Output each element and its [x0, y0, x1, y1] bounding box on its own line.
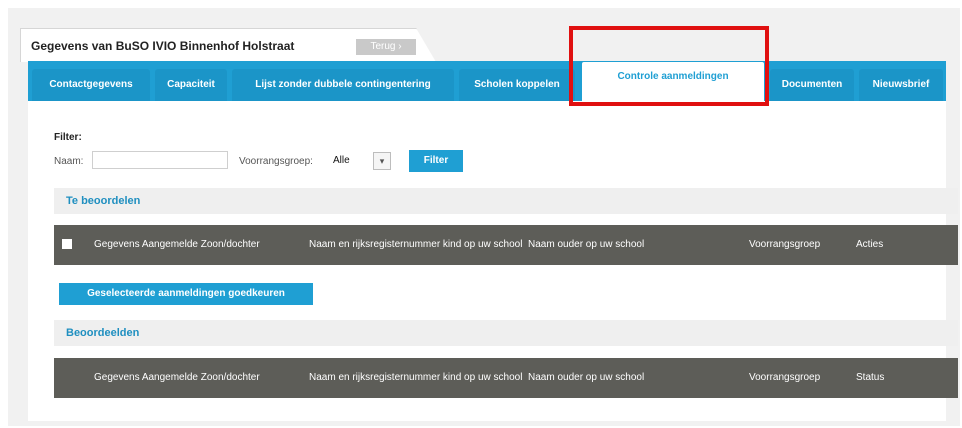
column-voorrangsgroep: Voorrangsgroep [749, 239, 821, 250]
beoordeelden-section: Beoordeelden [54, 320, 958, 346]
highlight-box [569, 26, 769, 106]
title-tab: Gegevens van BuSO IVIO Binnenhof Holstra… [20, 28, 436, 62]
filter-title: Filter: [54, 132, 82, 143]
tab-nieuwsbrief[interactable]: Nieuwsbrief [859, 69, 943, 101]
voorrangsgroep-label: Voorrangsgroep: [239, 156, 313, 167]
tab-documenten[interactable]: Documenten [770, 69, 854, 101]
main-content: Filter: Naam: Voorrangsgroep: Alle ▾ Fil… [28, 101, 958, 421]
chevron-down-icon[interactable]: ▾ [373, 152, 391, 170]
beoordeelden-table-header: Gegevens Aangemelde Zoon/dochter Naam en… [54, 358, 958, 398]
select-all-checkbox[interactable] [62, 239, 72, 249]
tab-contactgegevens[interactable]: Contactgegevens [32, 69, 150, 101]
naam-input[interactable] [92, 151, 228, 169]
filter-button[interactable]: Filter [409, 150, 463, 172]
column-naam-rijksregisternummer: Naam en rijksregisternummer kind op uw s… [309, 239, 523, 250]
app-window: Gegevens van BuSO IVIO Binnenhof Holstra… [8, 8, 960, 426]
back-button[interactable]: Terug › [356, 39, 416, 55]
column-status: Status [856, 372, 885, 383]
column-gegevens-zoon-dochter: Gegevens Aangemelde Zoon/dochter [94, 239, 260, 250]
te-beoordelen-title: Te beoordelen [66, 195, 141, 207]
approve-selected-button[interactable]: Geselecteerde aanmeldingen goedkeuren [59, 283, 313, 305]
column-naam-ouder: Naam ouder op uw school [528, 239, 645, 250]
tab-scholen-koppelen[interactable]: Scholen koppelen [459, 69, 575, 101]
naam-label: Naam: [54, 156, 84, 167]
column-acties: Acties [856, 239, 884, 250]
column-naam-rijksregisternummer: Naam en rijksregisternummer kind op uw s… [309, 372, 523, 383]
page-title: Gegevens van BuSO IVIO Binnenhof Holstra… [31, 39, 295, 53]
tab-lijst-zonder-dubbele-contingentering[interactable]: Lijst zonder dubbele contingentering [232, 69, 454, 101]
beoordeelden-title: Beoordeelden [66, 327, 140, 339]
column-voorrangsgroep: Voorrangsgroep [749, 372, 821, 383]
te-beoordelen-table-header: Gegevens Aangemelde Zoon/dochter Naam en… [54, 225, 958, 265]
te-beoordelen-section: Te beoordelen [54, 188, 958, 214]
tab-capaciteit[interactable]: Capaciteit [155, 69, 227, 101]
tab-bar: Contactgegevens Capaciteit Lijst zonder … [28, 61, 946, 101]
column-gegevens-zoon-dochter: Gegevens Aangemelde Zoon/dochter [94, 372, 260, 383]
voorrangsgroep-value: Alle [333, 155, 350, 166]
column-naam-ouder: Naam ouder op uw school [528, 372, 645, 383]
voorrangsgroep-select[interactable]: Alle ▾ [329, 152, 391, 170]
